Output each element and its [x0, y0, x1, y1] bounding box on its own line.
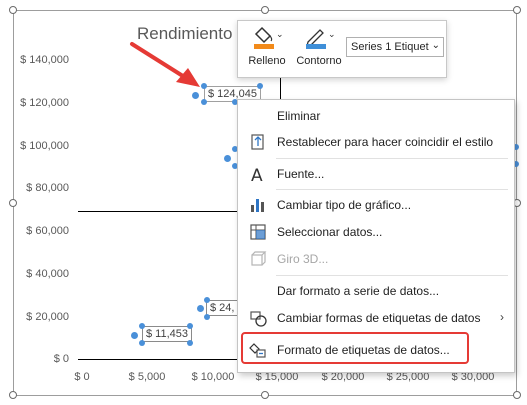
label-handle[interactable]: [139, 323, 145, 329]
resize-handle-bottom-right[interactable]: [513, 391, 521, 399]
y-tick-label: $ 120,000: [20, 97, 69, 109]
y-tick-label: $ 20,000: [26, 311, 69, 323]
label-shapes-icon: [250, 311, 267, 327]
x-tick-label: $ 5,000: [128, 371, 166, 383]
paint-bucket-icon: ⌄: [254, 26, 284, 49]
menu-item-change-chart-type[interactable]: Cambiar tipo de gráfico...: [238, 193, 514, 217]
resize-handle-top-left[interactable]: [9, 6, 17, 14]
menu-separator: [276, 275, 508, 276]
vertical-quadrant-line: [280, 78, 281, 100]
menu-item-select-data[interactable]: Seleccionar datos...: [238, 220, 514, 244]
resize-handle-bottom-left[interactable]: [9, 391, 17, 399]
data-label-bottom[interactable]: $ 11,453: [142, 326, 193, 342]
data-label-middle[interactable]: $ 24,: [206, 300, 239, 316]
y-tick-label: $ 60,000: [26, 225, 69, 237]
mini-toolbar: ⌄ Relleno ⌄ Contorno Series 1 Etiquet ⌄: [237, 20, 447, 78]
y-tick-label: $ 140,000: [20, 54, 69, 66]
svg-text:⌄: ⌄: [328, 30, 336, 40]
menu-item-reset-style[interactable]: Restablecer para hacer coincidir el esti…: [238, 130, 514, 154]
x-tick-label: $ 10,000: [191, 371, 235, 383]
chart-type-icon: [251, 199, 264, 212]
x-tick-label: $ 0: [74, 371, 90, 383]
chevron-down-icon: ⌄: [431, 40, 440, 51]
label-handle[interactable]: [257, 83, 263, 89]
label-handle[interactable]: [201, 99, 207, 105]
select-data-icon: [250, 224, 266, 240]
menu-item-format-data-series[interactable]: Dar formato a serie de datos...: [238, 279, 514, 303]
data-point-marker[interactable]: [131, 332, 138, 339]
resize-handle-middle-left[interactable]: [9, 199, 17, 207]
label-handle[interactable]: [204, 314, 210, 320]
pen-outline-icon: ⌄: [306, 29, 336, 49]
menu-separator: [276, 189, 508, 190]
svg-text:⌄: ⌄: [276, 30, 284, 40]
y-tick-label: $ 100,000: [20, 140, 69, 152]
annotation-arrow-icon: [130, 42, 200, 87]
chevron-right-icon: ›: [500, 310, 504, 324]
label-handle[interactable]: [139, 340, 145, 346]
label-handle[interactable]: [204, 297, 210, 303]
data-point-marker[interactable]: [197, 305, 204, 312]
label-handle[interactable]: [187, 340, 193, 346]
menu-item-3d-rotation: Giro 3D...: [238, 247, 514, 271]
label-handle[interactable]: [187, 323, 193, 329]
menu-separator: [276, 158, 508, 159]
svg-text:A: A: [251, 166, 263, 183]
menu-item-eliminar[interactable]: Eliminar: [238, 104, 514, 128]
y-tick-label: $ 40,000: [26, 268, 69, 280]
fill-label: Relleno: [248, 55, 286, 67]
data-point-marker[interactable]: [224, 155, 231, 162]
series-select-value: Series 1 Etiquet: [351, 41, 429, 53]
outline-button[interactable]: ⌄ Contorno: [294, 25, 344, 67]
y-tick-label: $ 0: [53, 353, 69, 365]
menu-item-font[interactable]: A Fuente...: [238, 162, 514, 186]
fill-button[interactable]: ⌄ Relleno: [244, 25, 290, 67]
series-element-select[interactable]: Series 1 Etiquet ⌄: [346, 37, 444, 57]
resize-handle-top-middle[interactable]: [261, 6, 269, 14]
resize-handle-bottom-middle[interactable]: [261, 391, 269, 399]
rotation-3d-icon: [251, 251, 267, 266]
outline-label: Contorno: [296, 55, 342, 67]
reset-style-icon: [251, 134, 264, 150]
menu-item-change-label-shapes[interactable]: Cambiar formas de etiquetas de datos ›: [238, 306, 514, 330]
y-tick-label: $ 80,000: [26, 182, 69, 194]
resize-handle-top-right[interactable]: [513, 6, 521, 14]
font-icon: A: [251, 166, 263, 183]
highlight-box: [241, 332, 469, 364]
